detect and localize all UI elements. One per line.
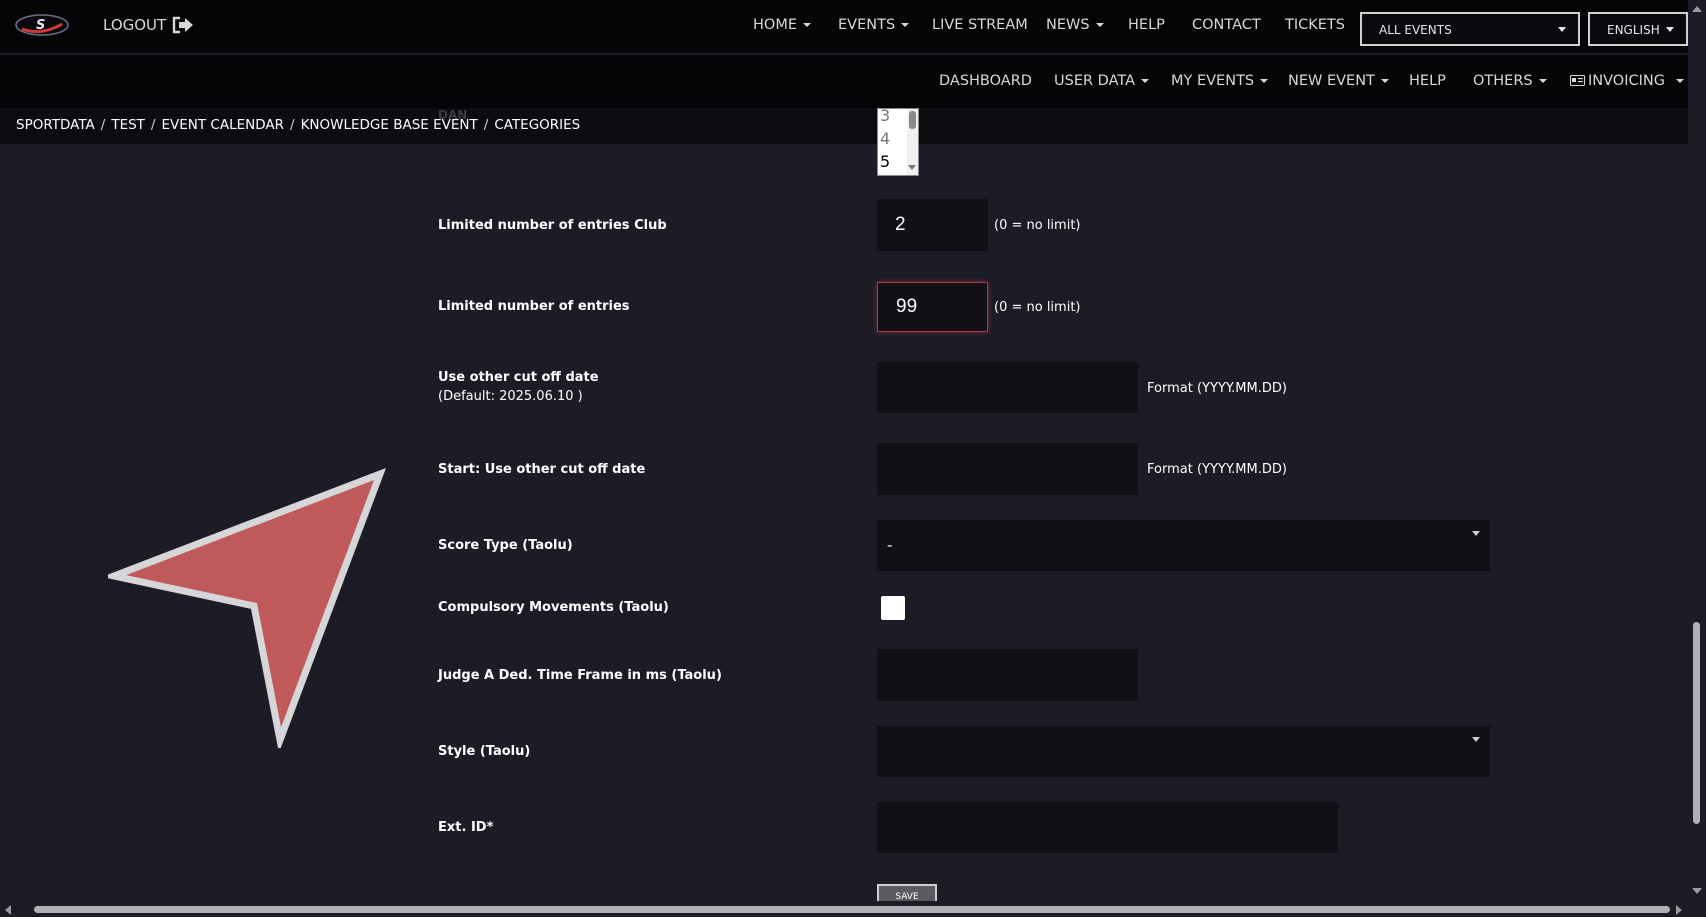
- breadcrumb-event-calendar[interactable]: EVENT CALENDAR: [161, 117, 284, 133]
- event-select-value: ALL EVENTS: [1379, 23, 1452, 37]
- breadcrumb-separator: /: [150, 117, 156, 133]
- listbox-scrollbar[interactable]: [907, 109, 918, 175]
- logout-link[interactable]: LOGOUT: [103, 16, 194, 34]
- cutoff-label-text: Use other cut off date: [438, 370, 599, 385]
- scroll-right-icon[interactable]: [1676, 905, 1682, 915]
- nav-home[interactable]: HOME: [753, 17, 811, 33]
- ext-id-input[interactable]: [877, 802, 1338, 853]
- dan-listbox[interactable]: 3 4 5: [877, 106, 919, 176]
- nav-my-events[interactable]: MY EVENTS: [1171, 73, 1268, 89]
- nav-live-stream[interactable]: LIVE STREAM: [932, 17, 1028, 33]
- club-limit-label: Limited number of entries Club: [438, 218, 667, 233]
- entries-limit-label: Limited number of entries: [438, 299, 630, 314]
- cutoff-label: Use other cut off date (Default: 2025.06…: [438, 368, 599, 406]
- breadcrumb: SPORTDATA / TEST / EVENT CALENDAR / KNOWLED…: [16, 117, 580, 133]
- svg-text:S: S: [36, 18, 45, 33]
- start-cutoff-label: Start: Use other cut off date: [438, 462, 646, 477]
- compulsory-checkbox[interactable]: [881, 596, 905, 620]
- chevron-down-icon: [1472, 531, 1480, 536]
- nav-help-secondary[interactable]: HELP: [1409, 73, 1446, 89]
- compulsory-label: Compulsory Movements (Taolu): [438, 600, 669, 615]
- cursor-arrow-icon: [108, 467, 387, 748]
- dan-option[interactable]: 3: [880, 106, 890, 125]
- cutoff-default-text: (Default: 2025.06.10 ): [438, 389, 583, 404]
- cutoff-date-input[interactable]: [877, 362, 1138, 413]
- ext-id-label: Ext. ID*: [438, 820, 494, 835]
- scroll-down-icon[interactable]: [1692, 888, 1702, 894]
- id-card-icon: [1570, 75, 1585, 86]
- nav-user-data[interactable]: USER DATA: [1054, 73, 1149, 89]
- style-select[interactable]: [877, 726, 1490, 777]
- nav-invoicing[interactable]: INVOICING: [1570, 73, 1684, 89]
- nav-contact[interactable]: CONTACT: [1192, 17, 1261, 33]
- judge-label: Judge A Ded. Time Frame in ms (Taolu): [438, 668, 722, 683]
- club-limit-hint: (0 = no limit): [994, 218, 1081, 233]
- horizontal-scroll-thumb[interactable]: [34, 906, 1670, 913]
- entries-limit-input[interactable]: [877, 282, 988, 332]
- scroll-down-icon[interactable]: [908, 165, 916, 170]
- vertical-scroll-thumb[interactable]: [1693, 622, 1700, 824]
- logout-label: LOGOUT: [103, 16, 167, 34]
- secondary-navbar: DASHBOARD USER DATA MY EVENTS NEW EVENT …: [0, 55, 1706, 108]
- nav-dashboard[interactable]: DASHBOARD: [939, 73, 1032, 89]
- style-label: Style (Taolu): [438, 744, 531, 759]
- breadcrumb-sportdata[interactable]: SPORTDATA: [16, 117, 95, 133]
- sportdata-logo[interactable]: S: [14, 12, 70, 38]
- horizontal-scrollbar[interactable]: [0, 901, 1688, 917]
- scroll-up-icon[interactable]: [1692, 6, 1702, 12]
- entries-limit-hint: (0 = no limit): [994, 300, 1081, 315]
- chevron-down-icon: [1666, 27, 1674, 32]
- score-type-label: Score Type (Taolu): [438, 538, 573, 553]
- scroll-left-icon[interactable]: [5, 905, 11, 915]
- nav-help[interactable]: HELP: [1128, 17, 1165, 33]
- scrollbar-corner: [1688, 901, 1706, 917]
- breadcrumb-separator: /: [290, 117, 295, 133]
- breadcrumb-separator: /: [483, 117, 489, 133]
- dan-option-selected[interactable]: 5: [880, 152, 890, 171]
- start-cutoff-date-input[interactable]: [877, 443, 1138, 495]
- nav-news[interactable]: NEWS: [1046, 17, 1104, 33]
- vertical-scrollbar[interactable]: [1688, 0, 1706, 917]
- dan-option[interactable]: 4: [880, 129, 890, 148]
- nav-tickets[interactable]: TICKETS: [1285, 17, 1345, 33]
- language-select-value: ENGLISH: [1607, 23, 1660, 37]
- nav-events[interactable]: EVENTS: [838, 17, 909, 33]
- breadcrumb-categories[interactable]: CATEGORIES: [494, 117, 580, 133]
- chevron-down-icon: [1558, 27, 1566, 32]
- sign-out-icon: [173, 16, 194, 34]
- score-type-value: -: [887, 536, 893, 554]
- nav-new-event[interactable]: NEW EVENT: [1288, 73, 1389, 89]
- club-limit-input[interactable]: [877, 199, 988, 251]
- nav-invoicing-label: INVOICING: [1588, 73, 1665, 89]
- chevron-down-icon: [1472, 737, 1480, 742]
- language-select[interactable]: ENGLISH: [1588, 12, 1688, 46]
- event-select[interactable]: ALL EVENTS: [1360, 12, 1580, 46]
- nav-others[interactable]: OTHERS: [1473, 73, 1547, 89]
- breadcrumb-knowledge-base-event[interactable]: KNOWLEDGE BASE EVENT: [301, 117, 478, 133]
- top-navbar: S LOGOUT HOME EVENTS LIVE STREAM NEWS HE…: [0, 0, 1706, 54]
- breadcrumb-test[interactable]: TEST: [111, 117, 145, 133]
- score-type-select[interactable]: -: [877, 520, 1490, 571]
- start-cutoff-format-hint: Format (YYYY.MM.DD): [1147, 462, 1287, 477]
- judge-time-input[interactable]: [877, 649, 1138, 701]
- cutoff-format-hint: Format (YYYY.MM.DD): [1147, 381, 1287, 396]
- page: S LOGOUT HOME EVENTS LIVE STREAM NEWS HE…: [0, 0, 1706, 917]
- breadcrumb-separator: /: [100, 117, 106, 133]
- listbox-scroll-thumb[interactable]: [909, 111, 916, 129]
